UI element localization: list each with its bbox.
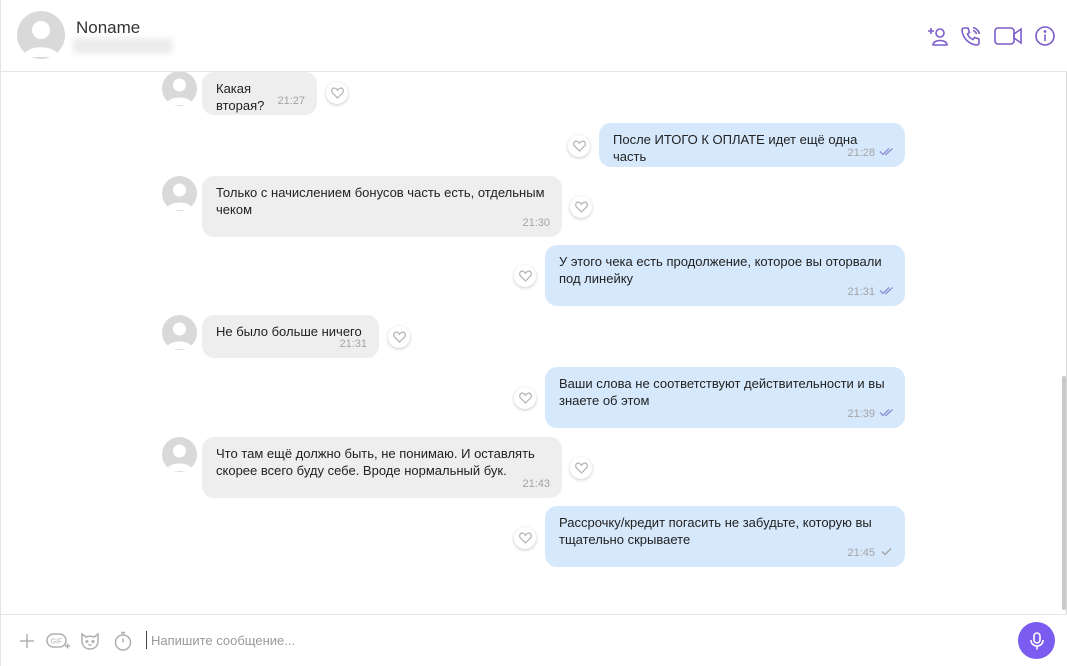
sender-avatar[interactable] (162, 437, 197, 472)
contact-avatar[interactable] (17, 11, 65, 59)
double-check-icon (879, 406, 895, 423)
message-bubble-incoming[interactable]: Какая вторая? 21:27 (202, 72, 317, 115)
chat-header: Noname (1, 0, 1067, 72)
message-bubble-outgoing[interactable]: У этого чека есть продолжение, которое в… (545, 245, 905, 306)
like-heart-icon[interactable] (388, 326, 410, 348)
plus-icon[interactable] (15, 629, 39, 653)
info-icon[interactable] (1032, 23, 1058, 49)
like-heart-icon[interactable] (568, 135, 590, 157)
sticker-icon[interactable] (78, 629, 102, 653)
microphone-icon[interactable] (1018, 622, 1055, 659)
timer-icon[interactable] (111, 629, 135, 653)
message-text: У этого чека есть продолжение, которое в… (559, 254, 882, 286)
message-bubble-incoming[interactable]: Не было больше ничего 21:31 (202, 315, 379, 358)
message-time: 21:43 (522, 476, 550, 493)
contact-status-blurred (73, 38, 173, 54)
message-input[interactable] (149, 627, 989, 653)
message-time-label: 21:43 (522, 478, 550, 490)
like-heart-icon[interactable] (570, 196, 592, 218)
message-time-label: 21:45 (847, 547, 875, 559)
chat-window: Noname Какая вторая? 21:27 После ИТОГО К… (0, 0, 1067, 666)
like-heart-icon[interactable] (570, 457, 592, 479)
sender-avatar[interactable] (162, 315, 197, 350)
message-bubble-outgoing[interactable]: После ИТОГО К ОПЛАТЕ идет ещё одна часть… (599, 123, 905, 167)
single-check-icon (879, 545, 895, 562)
add-contact-icon[interactable] (924, 23, 950, 49)
message-time-label: 21:39 (847, 408, 875, 420)
contact-name[interactable]: Noname (76, 18, 140, 38)
message-time: 21:45 (847, 545, 895, 562)
like-heart-icon[interactable] (514, 387, 536, 409)
text-cursor (146, 631, 147, 649)
call-icon[interactable] (958, 23, 984, 49)
message-time: 21:31 (847, 284, 895, 301)
message-bubble-outgoing[interactable]: Рассрочку/кредит погасить не забудьте, к… (545, 506, 905, 567)
message-time-label: 21:27 (277, 95, 305, 107)
message-text: Только с начислением бонусов часть есть,… (216, 185, 545, 217)
sender-avatar[interactable] (162, 72, 197, 106)
message-text: Ваши слова не соответствуют действительн… (559, 376, 885, 408)
scrollbar[interactable] (1062, 376, 1066, 610)
message-time-label: 21:31 (847, 286, 875, 298)
header-actions (924, 22, 1058, 50)
message-time: 21:28 (847, 145, 895, 162)
message-time: 21:27 (277, 93, 305, 110)
like-heart-icon[interactable] (514, 265, 536, 287)
like-heart-icon[interactable] (326, 82, 348, 104)
double-check-icon (879, 284, 895, 301)
gif-icon[interactable]: GIF (44, 629, 72, 653)
gif-label: GIF (51, 639, 63, 646)
message-bubble-outgoing[interactable]: Ваши слова не соответствуют действительн… (545, 367, 905, 428)
double-check-icon (879, 145, 895, 162)
message-bubble-incoming[interactable]: Только с начислением бонусов часть есть,… (202, 176, 562, 237)
video-call-icon[interactable] (992, 23, 1024, 49)
like-heart-icon[interactable] (514, 527, 536, 549)
sender-avatar[interactable] (162, 176, 197, 211)
message-text: Что там ещё должно быть, не понимаю. И о… (216, 446, 535, 478)
message-time-label: 21:30 (522, 217, 550, 229)
message-time-label: 21:31 (339, 338, 367, 350)
message-time: 21:30 (522, 215, 550, 232)
message-time-label: 21:28 (847, 147, 875, 159)
message-time: 21:31 (339, 336, 367, 353)
message-time: 21:39 (847, 406, 895, 423)
message-list[interactable]: Какая вторая? 21:27 После ИТОГО К ОПЛАТЕ… (1, 72, 1067, 614)
message-bubble-incoming[interactable]: Что там ещё должно быть, не понимаю. И о… (202, 437, 562, 498)
composer-bar: GIF (1, 614, 1067, 666)
message-text: Рассрочку/кредит погасить не забудьте, к… (559, 515, 872, 547)
